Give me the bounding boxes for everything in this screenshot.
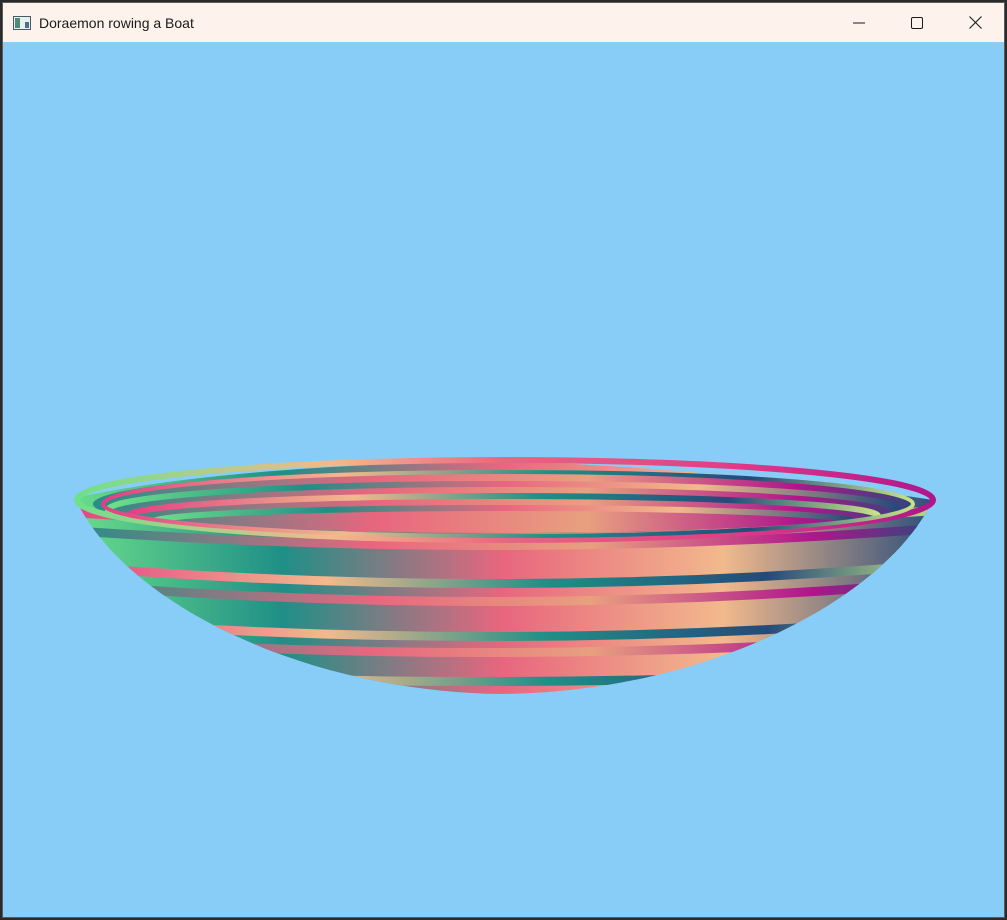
app-window: Doraemon rowing a Boat — [2, 2, 1005, 918]
window-title: Doraemon rowing a Boat — [39, 14, 194, 31]
close-icon — [968, 16, 982, 29]
close-button[interactable] — [946, 3, 1004, 42]
minimize-icon — [853, 22, 865, 23]
maximize-icon — [911, 16, 923, 29]
maximize-button[interactable] — [888, 3, 946, 42]
app-window-icon — [13, 15, 31, 30]
minimize-button[interactable] — [830, 3, 888, 42]
title-bar[interactable]: Doraemon rowing a Boat — [3, 3, 1004, 42]
render-canvas[interactable] — [3, 42, 1004, 917]
